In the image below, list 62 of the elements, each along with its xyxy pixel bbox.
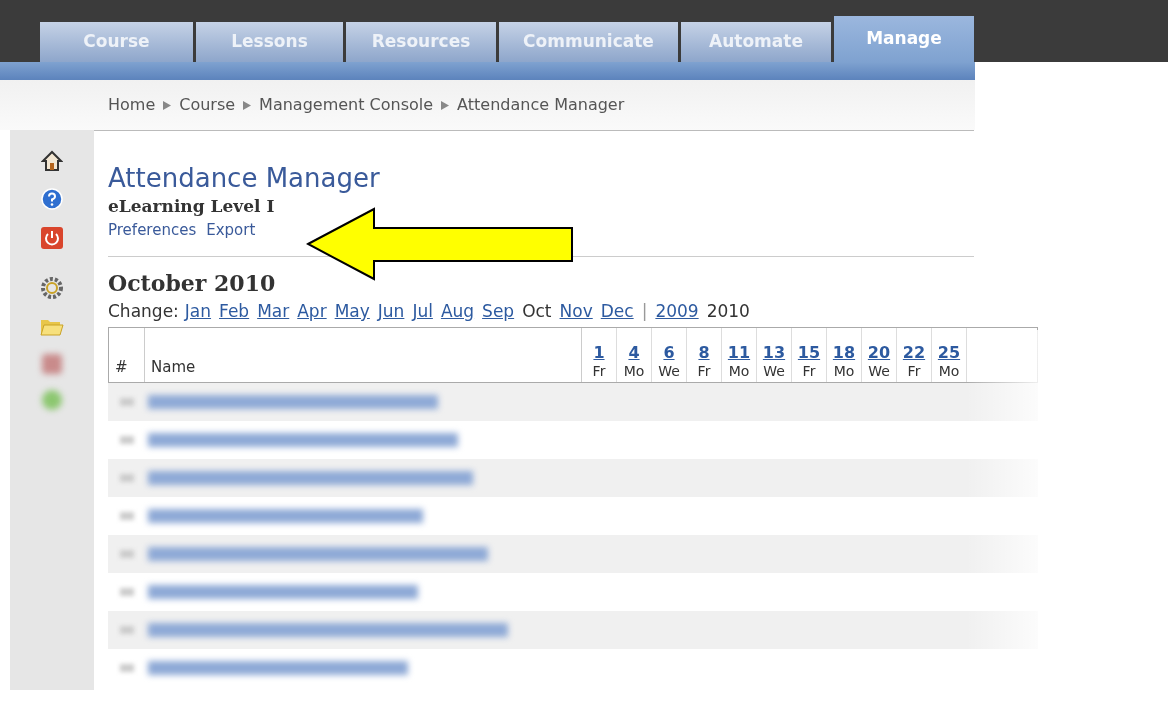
- course-name: eLearning Level I: [108, 195, 276, 218]
- breadcrumb-link[interactable]: Management Console: [259, 93, 434, 117]
- weekday: Fr: [697, 362, 711, 380]
- date-link[interactable]: 8: [698, 344, 710, 362]
- column-header: #: [109, 328, 145, 382]
- blurred-number: [120, 550, 134, 558]
- blurred-number: [120, 664, 134, 672]
- breadcrumb-link[interactable]: Attendance Manager: [457, 93, 625, 117]
- blurred-number: [120, 626, 134, 634]
- weekday: Mo: [728, 362, 750, 380]
- title: Attendance Manager: [108, 162, 381, 194]
- month-link[interactable]: Dec: [600, 297, 634, 325]
- blurred-number: [120, 512, 134, 520]
- link[interactable]: Export: [206, 218, 256, 242]
- column-header: Name: [145, 328, 582, 382]
- label: Change:: [108, 300, 179, 323]
- date-link[interactable]: 15: [797, 344, 821, 362]
- blurred-number: [120, 588, 134, 596]
- triangle-icon: [441, 100, 450, 110]
- date-link[interactable]: 18: [832, 344, 856, 362]
- separator: |: [641, 300, 648, 323]
- blurred-number: [120, 474, 134, 482]
- weekday: We: [763, 362, 785, 380]
- date-link[interactable]: 4: [628, 344, 640, 362]
- date-link[interactable]: 13: [762, 344, 786, 362]
- month-link[interactable]: Jun: [377, 297, 405, 325]
- month-link[interactable]: Sep: [482, 297, 515, 325]
- date-link[interactable]: 22: [902, 344, 926, 362]
- triangle-icon: [163, 100, 172, 110]
- weekday: We: [658, 362, 680, 380]
- blurred-number: [120, 398, 134, 406]
- month-link[interactable]: Aug: [440, 297, 475, 325]
- month-link[interactable]: Jul: [412, 297, 433, 325]
- link[interactable]: Preferences: [108, 218, 197, 242]
- weekday: Fr: [592, 362, 606, 380]
- help-icon[interactable]: [41, 188, 63, 210]
- month-heading: October 2010: [108, 269, 277, 297]
- date-link[interactable]: 25: [937, 344, 961, 362]
- date-link[interactable]: 20: [867, 344, 891, 362]
- weekday: Mo: [938, 362, 960, 380]
- date-link[interactable]: 1: [593, 344, 605, 362]
- month-link[interactable]: Jan: [184, 297, 212, 325]
- breadcrumb-link[interactable]: Course: [179, 93, 236, 117]
- weekday: Fr: [802, 362, 816, 380]
- triangle-icon: [243, 100, 252, 110]
- weekday: We: [868, 362, 890, 380]
- weekday: Fr: [907, 362, 921, 380]
- month-link[interactable]: Nov: [559, 297, 593, 325]
- date-link[interactable]: 11: [727, 344, 751, 362]
- blurred-number: [120, 436, 134, 444]
- weekday: Mo: [833, 362, 855, 380]
- month-link[interactable]: Apr: [297, 297, 327, 325]
- date-link[interactable]: 6: [663, 344, 675, 362]
- breadcrumb-link[interactable]: Home: [108, 93, 156, 117]
- power-icon[interactable]: [40, 226, 64, 250]
- month-link[interactable]: Feb: [219, 297, 250, 325]
- gear-icon[interactable]: [40, 276, 64, 300]
- weekday: Mo: [623, 362, 645, 380]
- home-icon[interactable]: [41, 150, 63, 172]
- month-link[interactable]: Mar: [257, 297, 290, 325]
- year-link[interactable]: 2009: [655, 297, 699, 325]
- month-link[interactable]: May: [334, 297, 370, 325]
